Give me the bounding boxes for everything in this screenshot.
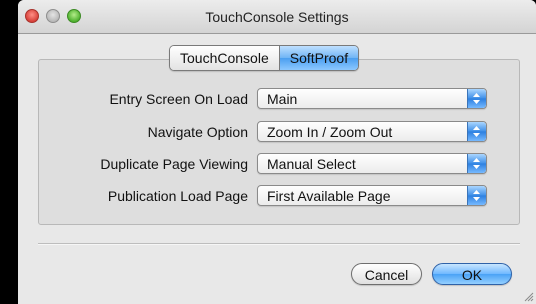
updown-arrows-icon (467, 89, 486, 108)
entry-screen-label: Entry Screen On Load (109, 91, 248, 107)
updown-arrows-icon (467, 154, 486, 173)
publication-load-page-popup[interactable]: First Available Page (257, 185, 487, 206)
entry-screen-value: Main (267, 91, 298, 107)
resize-grip-icon[interactable] (524, 292, 534, 302)
window-title: TouchConsole Settings (205, 9, 349, 25)
navigate-option-popup[interactable]: Zoom In / Zoom Out (257, 121, 487, 142)
cancel-button[interactable]: Cancel (351, 263, 422, 285)
setting-row-publication-load-page: Publication Load Page First Available Pa… (18, 185, 536, 207)
setting-row-duplicate-page-viewing: Duplicate Page Viewing Manual Select (18, 153, 536, 175)
tab-bar: TouchConsole SoftProof (169, 45, 360, 71)
duplicate-page-viewing-value: Manual Select (267, 156, 356, 172)
entry-screen-popup[interactable]: Main (257, 88, 487, 109)
setting-row-entry-screen: Entry Screen On Load Main (18, 88, 536, 110)
tab-softproof[interactable]: SoftProof (278, 46, 359, 70)
duplicate-page-viewing-popup[interactable]: Manual Select (257, 153, 487, 174)
updown-arrows-icon (467, 186, 486, 205)
duplicate-page-viewing-label: Duplicate Page Viewing (100, 156, 248, 172)
publication-load-page-value: First Available Page (267, 188, 391, 204)
navigate-option-label: Navigate Option (147, 124, 248, 140)
title-bar[interactable]: TouchConsole Settings (18, 0, 536, 34)
settings-window: TouchConsole Settings TouchConsole SoftP… (18, 0, 536, 304)
publication-load-page-label: Publication Load Page (107, 188, 248, 204)
updown-arrows-icon (467, 122, 486, 141)
tab-touchconsole[interactable]: TouchConsole (170, 46, 279, 70)
button-separator (38, 243, 520, 245)
setting-row-navigate-option: Navigate Option Zoom In / Zoom Out (18, 121, 536, 143)
navigate-option-value: Zoom In / Zoom Out (267, 124, 393, 140)
ok-button[interactable]: OK (432, 263, 512, 285)
